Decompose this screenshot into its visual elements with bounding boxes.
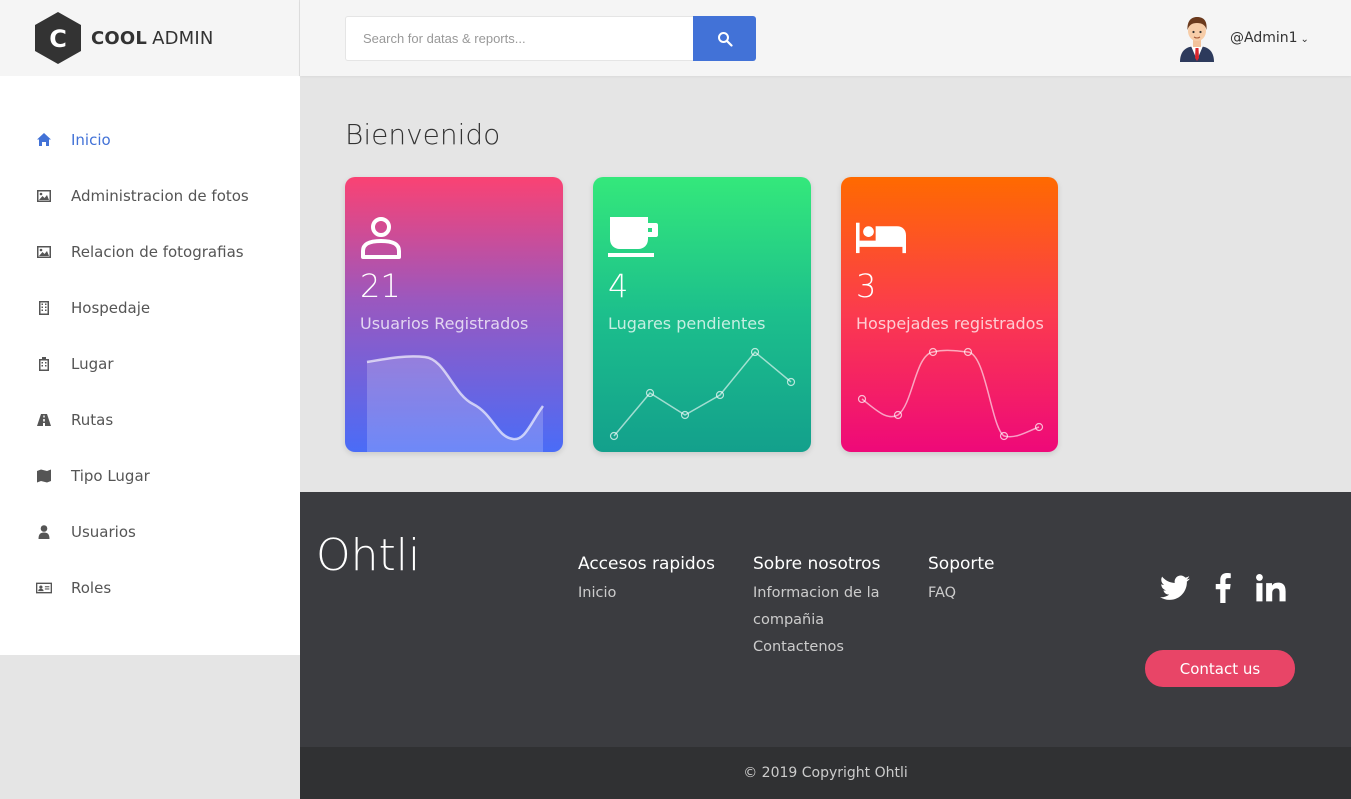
user-outline-icon bbox=[361, 217, 401, 259]
bed-icon bbox=[856, 222, 906, 254]
chevron-down-icon: ⌄ bbox=[1300, 34, 1309, 45]
hospital-building-icon bbox=[35, 356, 52, 372]
sidebar: Inicio Administracion de fotos Relacion … bbox=[0, 76, 300, 655]
avatar bbox=[1180, 17, 1214, 62]
footer: Ohtli Accesos rapidos Inicio Sobre nosot… bbox=[300, 492, 1351, 747]
search-button[interactable] bbox=[693, 16, 756, 61]
sidebar-item-label: Tipo Lugar bbox=[71, 467, 150, 485]
stat-card-lugares[interactable]: 4 Lugares pendientes bbox=[593, 177, 811, 452]
footer-heading: Sobre nosotros bbox=[753, 554, 881, 574]
copyright-bar: © 2019 Copyright Ohtli bbox=[300, 747, 1351, 799]
sidebar-item-label: Administracion de fotos bbox=[71, 187, 249, 205]
sidebar-item-label: Usuarios bbox=[71, 523, 136, 541]
footer-heading: Accesos rapidos bbox=[578, 554, 715, 574]
sidebar-item-label: Inicio bbox=[71, 131, 111, 149]
search-icon bbox=[717, 31, 733, 47]
user-menu[interactable]: @Admin1 ⌄ bbox=[1178, 14, 1309, 62]
sidebar-item-label: Rutas bbox=[71, 411, 114, 429]
sidebar-item-roles[interactable]: Roles bbox=[0, 560, 300, 616]
coffee-cup-icon bbox=[608, 217, 658, 257]
user-name[interactable]: @Admin1 ⌄ bbox=[1230, 30, 1309, 46]
logo-icon[interactable]: C bbox=[35, 12, 81, 64]
logo-bar: C COOL ADMIN bbox=[0, 0, 300, 76]
sidebar-item-administracion-de-fotos[interactable]: Administracion de fotos bbox=[0, 168, 300, 224]
contact-us-button[interactable]: Contact us bbox=[1145, 650, 1295, 687]
sidebar-item-rutas[interactable]: Rutas bbox=[0, 392, 300, 448]
page-title: Bienvenido bbox=[345, 118, 501, 151]
search-form bbox=[345, 16, 756, 61]
search-input[interactable] bbox=[345, 16, 693, 61]
stat-card-hospedajes[interactable]: 3 Hospejades registrados bbox=[841, 177, 1058, 452]
stat-label: Usuarios Registrados bbox=[360, 314, 529, 333]
footer-link-faq[interactable]: FAQ bbox=[928, 580, 995, 607]
road-icon bbox=[35, 412, 52, 428]
linkedin-icon[interactable] bbox=[1254, 572, 1288, 604]
footer-link-informacion[interactable]: Informacion de la compañia bbox=[753, 580, 893, 634]
stat-value: 4 bbox=[608, 267, 629, 305]
sidebar-item-label: Hospedaje bbox=[71, 299, 151, 317]
social-links bbox=[1158, 572, 1288, 604]
id-card-icon bbox=[35, 580, 52, 596]
sidebar-item-label: Lugar bbox=[71, 355, 114, 373]
copyright-text: © 2019 Copyright Ohtli bbox=[743, 765, 908, 781]
footer-brand: Ohtli bbox=[316, 530, 421, 581]
stat-label: Lugares pendientes bbox=[608, 314, 766, 333]
sparkline-chart bbox=[609, 347, 796, 441]
top-header: @Admin1⌄ bbox=[300, 0, 1351, 76]
sidebar-item-relacion-de-fotografias[interactable]: Relacion de fotografias bbox=[0, 224, 300, 280]
footer-column-accesos: Accesos rapidos Inicio bbox=[578, 554, 715, 607]
sparkline-chart bbox=[366, 355, 545, 452]
home-icon bbox=[35, 132, 52, 148]
stat-card-usuarios[interactable]: 21 Usuarios Registrados bbox=[345, 177, 563, 452]
brand-name: COOL ADMIN bbox=[91, 27, 214, 49]
sidebar-item-lugar[interactable]: Lugar bbox=[0, 336, 300, 392]
footer-link-inicio[interactable]: Inicio bbox=[578, 580, 715, 607]
svg-text:C: C bbox=[49, 25, 67, 53]
footer-column-sobre: Sobre nosotros Informacion de la compañi… bbox=[753, 554, 893, 661]
sidebar-item-label: Relacion de fotografias bbox=[71, 243, 244, 261]
image-icon bbox=[35, 244, 52, 260]
map-icon bbox=[35, 468, 52, 484]
image-icon bbox=[35, 188, 52, 204]
footer-heading: Soporte bbox=[928, 554, 995, 574]
stat-value: 21 bbox=[360, 267, 401, 305]
sidebar-item-usuarios[interactable]: Usuarios bbox=[0, 504, 300, 560]
footer-link-contactenos[interactable]: Contactenos bbox=[753, 634, 893, 661]
footer-column-soporte: Soporte FAQ bbox=[928, 554, 995, 607]
sparkline-chart bbox=[857, 347, 1044, 441]
stat-label: Hospejades registrados bbox=[856, 314, 1044, 333]
sidebar-item-tipo-lugar[interactable]: Tipo Lugar bbox=[0, 448, 300, 504]
twitter-icon[interactable] bbox=[1158, 572, 1192, 604]
sidebar-item-inicio[interactable]: Inicio bbox=[0, 112, 300, 168]
building-icon bbox=[35, 300, 52, 316]
stat-value: 3 bbox=[856, 267, 877, 305]
sidebar-item-label: Roles bbox=[71, 579, 112, 597]
sidebar-item-hospedaje[interactable]: Hospedaje bbox=[0, 280, 300, 336]
facebook-icon[interactable] bbox=[1206, 572, 1240, 604]
user-icon bbox=[35, 524, 52, 540]
